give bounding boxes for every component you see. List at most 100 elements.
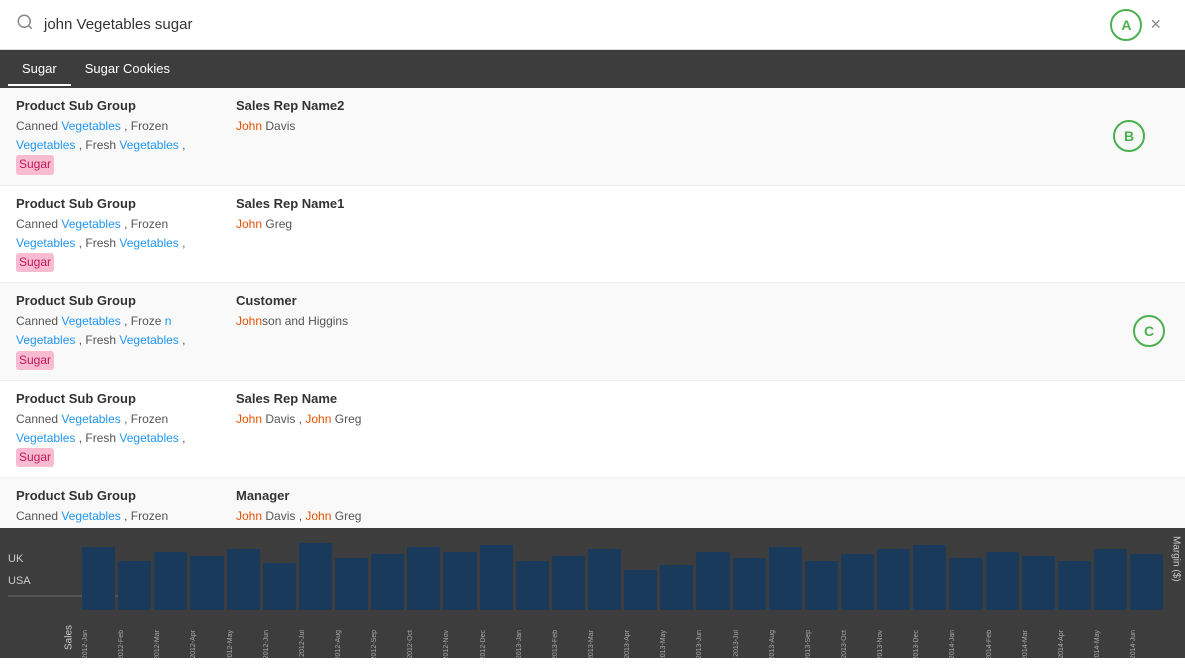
x-label: 2013-Sep xyxy=(805,630,838,658)
usa-label: USA xyxy=(8,569,52,587)
right-col: Sales Rep Name John Davis , John Greg xyxy=(216,391,1169,429)
chart-bar xyxy=(299,543,332,611)
x-label: 2013-Jun xyxy=(696,630,729,658)
left-col: Product Sub Group Canned Vegetables , Fr… xyxy=(16,293,216,370)
highlight: Vegetables xyxy=(16,236,75,250)
result-row: Product Sub Group Canned Vegetables , Fr… xyxy=(0,283,1185,381)
highlight: Vegetables xyxy=(119,333,178,347)
chart-bars: 2012-Jan2012-Feb2012-Mar2012-Apr2012-May… xyxy=(78,528,1167,658)
highlight: Vegetables xyxy=(61,217,120,231)
x-label: 2012-May xyxy=(227,630,260,658)
field-values: Canned Vegetables , Frozen Vegetables , … xyxy=(16,410,216,468)
chart-bar xyxy=(407,547,440,610)
highlight: Vegetables xyxy=(16,431,75,445)
field-values: Canned Vegetables , Frozen Vegetables , … xyxy=(16,507,216,528)
chart-bar xyxy=(1130,554,1163,610)
chart-bar xyxy=(480,545,513,610)
chart-bar xyxy=(263,563,296,610)
field-values: John Davis xyxy=(236,117,1169,136)
search-query[interactable]: john Vegetables sugar xyxy=(44,16,1100,33)
chart-bar xyxy=(371,554,404,610)
chart-bar xyxy=(1094,549,1127,610)
chart-bar xyxy=(516,561,549,611)
chart-bar xyxy=(624,570,657,611)
x-label: 2013-Oct xyxy=(841,630,874,658)
field-label: Product Sub Group xyxy=(16,196,216,211)
x-label: 2012-Sep xyxy=(371,630,404,658)
uk-label: UK xyxy=(8,543,52,565)
highlight-john: John xyxy=(305,412,331,426)
field-label: Sales Rep Name2 xyxy=(236,98,1169,113)
field-label: Manager xyxy=(236,488,1169,503)
x-label: 2013-Nov xyxy=(877,630,910,658)
x-label: 2012-Nov xyxy=(443,630,476,658)
x-labels-group: 2012-Jan2012-Feb2012-Mar2012-Apr2012-May… xyxy=(78,630,1167,658)
results-area: Product Sub Group Canned Vegetables , Fr… xyxy=(0,88,1185,528)
x-label: 2012-Jul xyxy=(299,630,332,657)
field-values: Canned Vegetables , Frozen Vegetables , … xyxy=(16,215,216,273)
x-label: 2014-Feb xyxy=(986,630,1019,658)
chart-y-axis-label: Sales xyxy=(60,528,78,658)
x-label: 2012-Mar xyxy=(154,630,187,658)
field-label: Sales Rep Name xyxy=(236,391,1169,406)
x-label: 2013-Mar xyxy=(588,630,621,658)
chart-bar xyxy=(552,556,585,610)
x-label: 2014-Apr xyxy=(1058,630,1091,658)
result-row: Product Sub Group Canned Vegetables , Fr… xyxy=(0,88,1185,186)
x-label: 2013-Jan xyxy=(516,630,549,658)
chart-bar xyxy=(154,552,187,611)
field-values: John Davis , John Greg xyxy=(236,410,1169,429)
chart-bar xyxy=(949,558,982,610)
x-label: 2013-Feb xyxy=(552,630,585,658)
chart-side-labels: UK USA xyxy=(0,528,60,658)
chart-area: UK USA Sales 2012-Jan2012-Feb2012-Mar201… xyxy=(0,528,1185,658)
left-col: Product Sub Group Canned Vegetables , Fr… xyxy=(16,391,216,468)
chart-bar xyxy=(769,547,802,610)
highlight-john: John xyxy=(305,509,331,523)
field-label: Product Sub Group xyxy=(16,488,216,503)
tab-sugar[interactable]: Sugar xyxy=(8,53,71,86)
field-values: John Davis , John Greg xyxy=(236,507,1169,526)
highlight-sugar: Sugar xyxy=(16,253,54,272)
highlight: Vegetables xyxy=(119,431,178,445)
left-col: Product Sub Group Canned Vegetables , Fr… xyxy=(16,488,216,528)
highlight: Vegetables xyxy=(119,138,178,152)
highlight: Vegetables xyxy=(61,509,120,523)
badge-b: B xyxy=(1113,120,1145,152)
highlight-john: John xyxy=(236,217,262,231)
highlight-john: John xyxy=(236,412,262,426)
highlight-sugar: Sugar xyxy=(16,155,54,174)
chart-bar xyxy=(1058,561,1091,611)
close-button[interactable]: × xyxy=(1142,10,1169,39)
right-col: Manager John Davis , John Greg xyxy=(216,488,1169,526)
left-col: Product Sub Group Canned Vegetables , Fr… xyxy=(16,196,216,273)
chart-right-axis-label: Margin ($) xyxy=(1167,528,1185,658)
tab-sugar-cookies[interactable]: Sugar Cookies xyxy=(71,53,184,86)
x-label: 2014-Jan xyxy=(949,630,982,658)
field-label: Product Sub Group xyxy=(16,98,216,113)
x-label: 2014-May xyxy=(1094,630,1127,658)
x-label: 2012-Oct xyxy=(407,630,440,658)
x-label: 2012-Feb xyxy=(118,630,151,658)
search-icon xyxy=(16,13,34,36)
field-label: Product Sub Group xyxy=(16,293,216,308)
chart-bar xyxy=(913,545,946,610)
highlight-john: John xyxy=(236,509,262,523)
badge-a: A xyxy=(1110,9,1142,41)
highlight-john: John xyxy=(236,119,262,133)
highlight: Vegetables xyxy=(61,412,120,426)
x-label: 2014-Jun xyxy=(1130,630,1163,658)
x-label: 2014-Mar xyxy=(1022,630,1055,658)
tabs-bar: Sugar Sugar Cookies xyxy=(0,50,1185,88)
chart-bar xyxy=(696,552,729,611)
result-row: Product Sub Group Canned Vegetables , Fr… xyxy=(0,478,1185,528)
x-label: 2013-Jul xyxy=(733,630,766,657)
right-col: Sales Rep Name2 John Davis xyxy=(216,98,1169,136)
chart-bar xyxy=(805,561,838,611)
highlight-sugar: Sugar xyxy=(16,448,54,467)
highlight-john: John xyxy=(236,314,262,328)
chart-bar xyxy=(877,549,910,610)
field-values: Canned Vegetables , Froze n Vegetables ,… xyxy=(16,312,216,370)
chart-bar xyxy=(443,552,476,611)
highlight: Vegetables xyxy=(119,236,178,250)
